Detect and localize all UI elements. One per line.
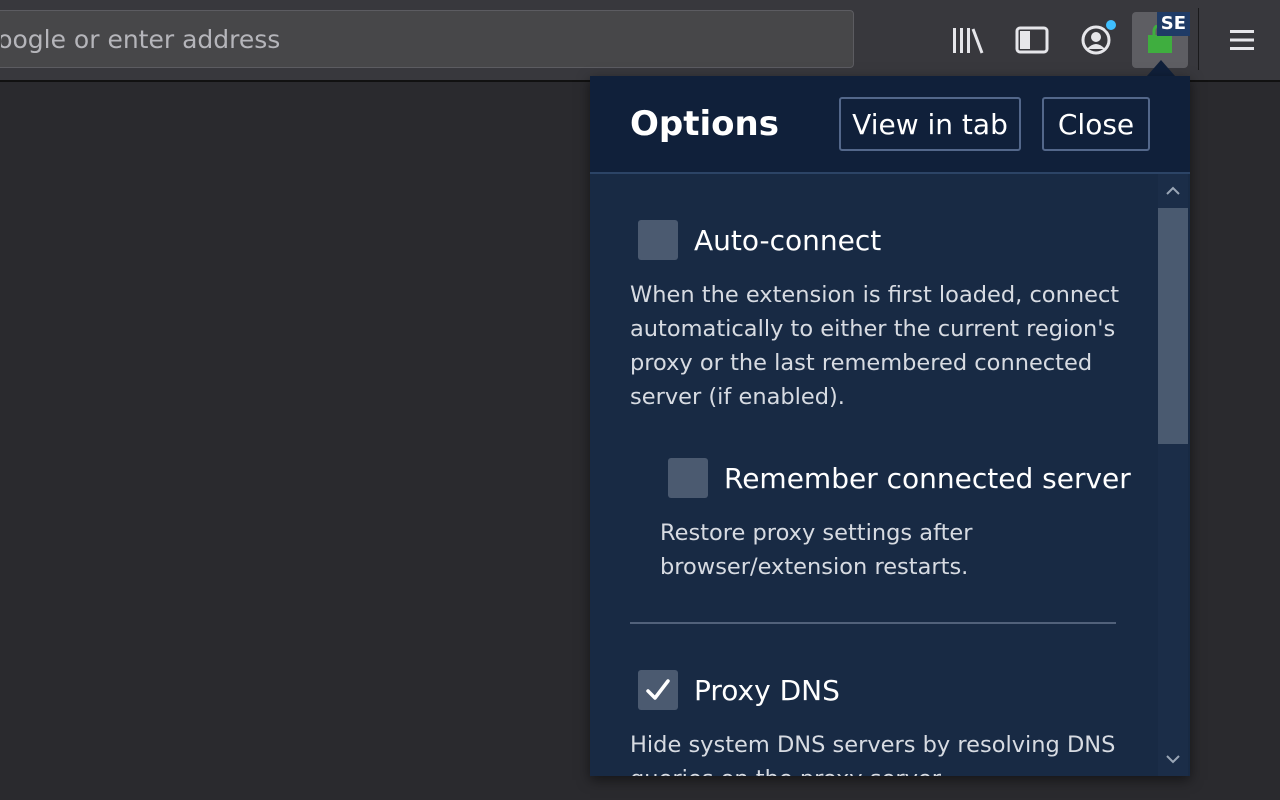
panel-arrow — [1147, 60, 1175, 76]
extension-badge: SE — [1156, 12, 1190, 36]
option-label: Auto-connect — [694, 223, 882, 257]
scroll-up-icon[interactable] — [1158, 176, 1188, 206]
page-title: Options — [630, 104, 779, 144]
options-panel: Options View in tab Close Auto-connect W… — [590, 76, 1190, 776]
option-label: Remember connected server — [724, 461, 1131, 495]
remember-server-checkbox[interactable] — [668, 458, 708, 498]
address-bar[interactable] — [0, 10, 854, 68]
panel-header: Options View in tab Close — [590, 76, 1190, 174]
toolbar-separator — [1198, 8, 1199, 70]
option-proxy-dns: Proxy DNS — [638, 670, 840, 710]
browser-toolbar: SE — [0, 0, 1280, 82]
notification-dot — [1104, 18, 1118, 32]
options-list: Auto-connect When the extension is first… — [590, 174, 1158, 776]
sidebar-icon[interactable] — [1008, 16, 1056, 64]
proxy-dns-checkbox[interactable] — [638, 670, 678, 710]
scroll-down-icon[interactable] — [1158, 744, 1188, 774]
divider — [630, 622, 1116, 624]
option-auto-connect: Auto-connect — [638, 220, 881, 260]
scrollbar[interactable] — [1158, 174, 1188, 776]
close-button[interactable]: Close — [1042, 97, 1150, 151]
option-remember-server: Remember connected server — [668, 458, 1131, 498]
view-in-tab-button[interactable]: View in tab — [839, 97, 1021, 151]
scroll-thumb[interactable] — [1158, 208, 1188, 444]
menu-icon[interactable] — [1218, 16, 1266, 64]
checkmark-icon — [646, 679, 670, 700]
option-description: Restore proxy settings after browser/ext… — [660, 520, 973, 580]
option-description: Hide system DNS servers by resolving DNS… — [630, 732, 1116, 776]
account-icon[interactable] — [1072, 16, 1120, 64]
auto-connect-checkbox[interactable] — [638, 220, 678, 260]
library-icon[interactable] — [944, 16, 992, 64]
address-input[interactable] — [0, 11, 853, 67]
option-label: Proxy DNS — [694, 673, 840, 707]
option-description: When the extension is first loaded, conn… — [630, 282, 1120, 410]
